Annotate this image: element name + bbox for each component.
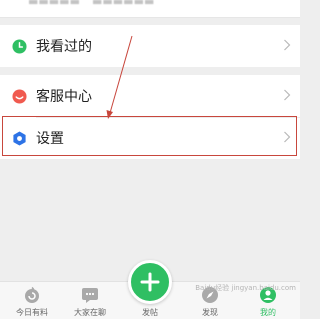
tab-today[interactable]: 今日有料 — [2, 281, 62, 319]
customer-service-row[interactable]: 客服中心 — [0, 75, 300, 117]
chat-bubble-icon — [82, 288, 98, 303]
tab-discover-label: 发现 — [202, 308, 218, 317]
settings-row[interactable]: 设置 — [0, 117, 300, 159]
tab-post[interactable]: 发帖 — [120, 281, 180, 319]
settings-label: 设置 — [36, 131, 64, 147]
customer-service-icon — [12, 88, 27, 104]
top-card-faded-text-right: ▬▬▬▬▬▬ — [92, 0, 155, 8]
tab-discover[interactable]: 发现 — [180, 281, 240, 319]
tab-today-label: 今日有料 — [16, 308, 48, 317]
tab-chat[interactable]: 大家在聊 — [60, 281, 120, 319]
profile-icon — [260, 287, 276, 303]
tab-chat-label: 大家在聊 — [74, 308, 106, 317]
top-card: ▬▬▬▬▬ ▬▬▬▬▬▬ — [0, 0, 300, 18]
chevron-right-icon — [284, 39, 291, 51]
clock-icon — [12, 38, 27, 54]
tab-post-label: 发帖 — [142, 308, 158, 317]
chevron-right-icon — [284, 131, 291, 143]
chevron-right-icon — [284, 89, 291, 101]
compass-icon — [202, 287, 218, 303]
refresh-flame-icon — [25, 286, 39, 303]
history-label: 我看过的 — [36, 39, 92, 55]
settings-hexagon-icon — [13, 130, 26, 146]
tab-me[interactable]: 我的 — [238, 281, 298, 319]
top-card-faded-text-left: ▬▬▬▬▬ — [28, 0, 80, 8]
history-row[interactable]: 我看过的 — [0, 25, 300, 67]
customer-service-label: 客服中心 — [36, 89, 92, 105]
tab-me-label: 我的 — [260, 308, 276, 317]
